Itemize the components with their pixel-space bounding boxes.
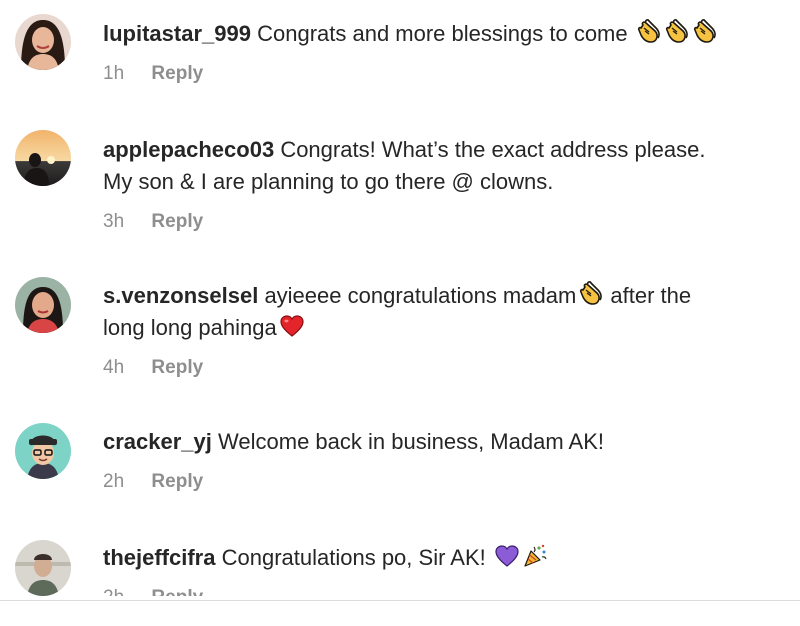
comments-list: lupitastar_999 Congrats and more blessin… xyxy=(0,0,800,596)
comment-meta: 2h Reply xyxy=(103,586,780,596)
reply-button[interactable]: Reply xyxy=(151,63,203,84)
reply-button[interactable]: Reply xyxy=(151,211,203,232)
comment-timestamp: 4h xyxy=(103,357,125,378)
bottom-divider xyxy=(0,600,800,601)
comment-username[interactable]: thejeffcifra xyxy=(103,545,215,570)
comment-username[interactable]: lupitastar_999 xyxy=(103,21,251,46)
avatar[interactable] xyxy=(15,14,71,70)
comment-timestamp: 2h xyxy=(103,471,125,492)
red-heart-icon xyxy=(279,313,305,339)
comment-text-line-2: My son & I are planning to go there @ cl… xyxy=(103,169,554,194)
comment-timestamp: 3h xyxy=(103,211,125,232)
comment-username[interactable]: cracker_yj xyxy=(103,429,212,454)
reply-button[interactable]: Reply xyxy=(151,587,203,596)
reply-button[interactable]: Reply xyxy=(151,471,203,492)
clapping-hands-icon xyxy=(692,19,718,45)
comment-text: ayieeee congratulations madam xyxy=(264,283,577,308)
comment-text: Congrats! What’s the exact address pleas… xyxy=(280,137,706,162)
comment-body: thejeffcifra Congratulations po, Sir AK!… xyxy=(103,542,780,596)
comment-meta: 4h Reply xyxy=(103,356,780,380)
party-popper-icon xyxy=(522,543,548,569)
avatar[interactable] xyxy=(15,130,71,186)
comment-text: Congrats and more blessings to come xyxy=(257,21,628,46)
avatar[interactable] xyxy=(15,423,71,479)
clapping-hands-icon xyxy=(578,281,604,307)
reply-button[interactable]: Reply xyxy=(151,357,203,378)
clapping-hands-icon xyxy=(664,19,690,45)
comment-body: cracker_yj Welcome back in business, Mad… xyxy=(103,426,780,494)
avatar[interactable] xyxy=(15,540,71,596)
comment-text: Congratulations po, Sir AK! xyxy=(221,545,486,570)
comment-body: lupitastar_999 Congrats and more blessin… xyxy=(103,18,780,86)
comment-timestamp: 1h xyxy=(103,63,125,84)
comment-text-line-2: long long pahinga xyxy=(103,315,277,340)
avatar[interactable] xyxy=(15,277,71,333)
comment-username[interactable]: applepacheco03 xyxy=(103,137,274,162)
purple-heart-icon xyxy=(494,543,520,569)
comment-username[interactable]: s.venzonselsel xyxy=(103,283,258,308)
comment-meta: 3h Reply xyxy=(103,210,780,234)
clapping-hands-icon xyxy=(636,19,662,45)
comment-meta: 2h Reply xyxy=(103,470,780,494)
comment-text-continued: after the xyxy=(610,283,692,308)
comment-body: applepacheco03 Congrats! What’s the exac… xyxy=(103,134,780,234)
comment-body: s.venzonselsel ayieeee congratulations m… xyxy=(103,280,780,380)
comment-text: Welcome back in business, Madam AK! xyxy=(218,429,605,454)
comment-timestamp: 2h xyxy=(103,587,124,596)
comment-meta: 1h Reply xyxy=(103,62,780,86)
